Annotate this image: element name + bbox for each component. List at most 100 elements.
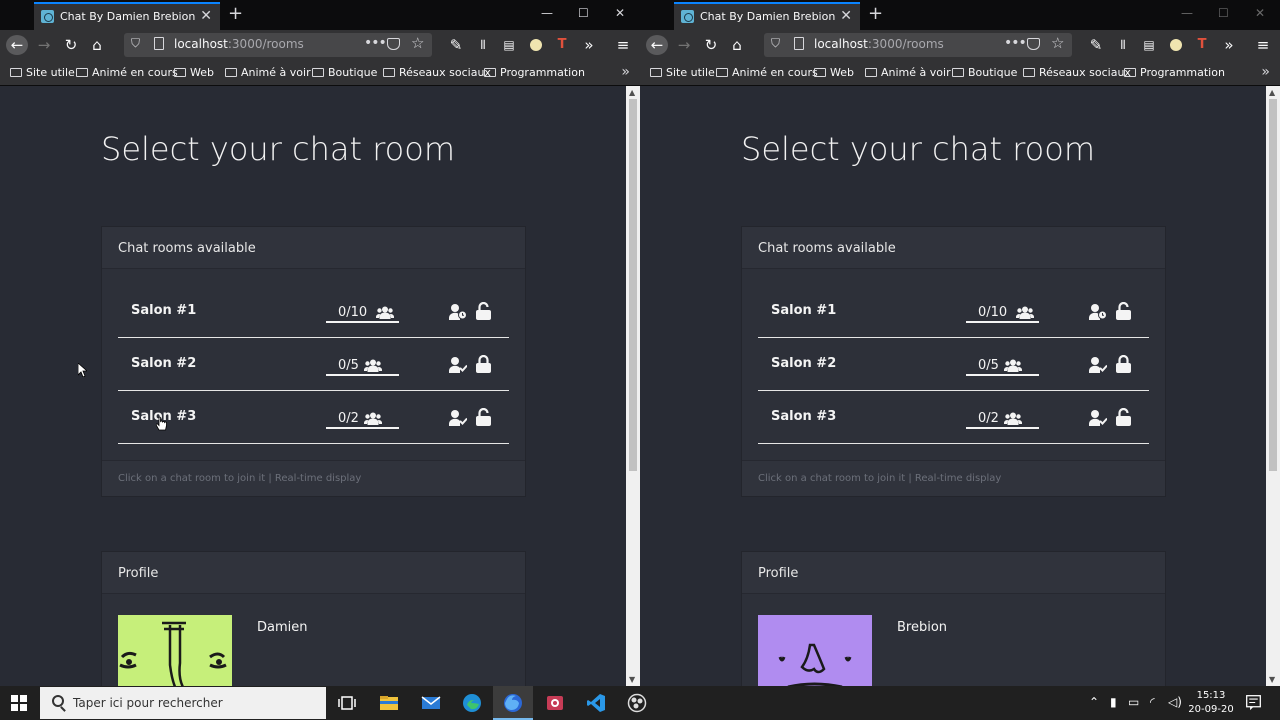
folder-icon [1023,68,1035,77]
room-count: 0/5 [338,358,359,373]
new-tab-icon[interactable]: + [228,3,243,24]
bookmarks-overflow-icon[interactable]: » [621,64,630,80]
room-row[interactable]: Salon #3 0/2 [118,391,509,444]
reload-icon[interactable]: ↻ [700,35,722,55]
scroll-up-icon[interactable]: ▲ [629,88,635,97]
home-icon[interactable]: ⌂ [726,35,748,55]
t-extension-icon[interactable]: T [551,35,573,55]
vertical-scrollbar[interactable]: ▲ ▼ [626,86,640,686]
back-icon[interactable]: ← [646,35,668,55]
vscode-icon[interactable] [586,693,606,713]
extension-icon[interactable] [525,35,547,55]
t-extension-icon[interactable]: T [1191,35,1213,55]
room-row[interactable]: Salon #3 0/2 [758,391,1149,444]
network-icon[interactable]: ◜ [1150,695,1155,709]
power-icon[interactable]: ▭ [1128,695,1139,709]
file-explorer-icon[interactable] [379,693,399,713]
url-text[interactable]: localhost:3000/rooms [174,37,304,51]
shield-icon[interactable]: ⛉ [771,36,780,51]
library-icon[interactable]: ⦀ [1112,35,1134,55]
overflow-icon[interactable]: » [1218,35,1240,55]
tab-active[interactable]: Chat By Damien Brebion ✕ [34,2,220,30]
screen-recorder-icon[interactable] [545,693,565,713]
forward-icon[interactable]: → [673,35,695,55]
bookmark-folder[interactable]: Site utile [650,66,715,79]
scroll-thumb[interactable] [1269,99,1277,471]
bookmark-folder[interactable]: Web [814,66,854,79]
bookmark-star-icon[interactable]: ☆ [411,34,424,52]
reload-icon[interactable]: ↻ [60,35,82,55]
back-icon[interactable]: ← [6,35,28,55]
url-text[interactable]: localhost:3000/rooms [814,37,944,51]
library-icon[interactable]: ⦀ [472,35,494,55]
scroll-down-icon[interactable]: ▼ [1269,675,1275,684]
tab-active[interactable]: Chat By Damien Brebion ✕ [674,2,860,30]
folder-icon [76,68,88,77]
tab-close-icon[interactable]: ✕ [200,8,212,24]
shield-icon[interactable]: ⛉ [131,36,140,51]
microphone-icon[interactable]: ▮ [1110,695,1117,709]
room-row[interactable]: Salon #2 0/5 [758,338,1149,391]
bookmarks-overflow-icon[interactable]: » [1261,64,1270,80]
volume-icon[interactable]: ◁) [1168,695,1182,709]
room-row[interactable]: Salon #1 0/10 [758,285,1149,338]
room-row[interactable]: Salon #1 0/10 [118,285,509,338]
maximize-icon[interactable]: ☐ [1218,6,1229,20]
tray-expand-icon[interactable]: ⌃ [1089,695,1099,709]
menu-icon[interactable]: ≡ [1252,35,1274,55]
wrench-icon[interactable]: ✎ [445,35,467,55]
bookmark-folder[interactable]: Web [174,66,214,79]
close-window-icon[interactable]: ✕ [1255,6,1265,20]
page-actions-icon[interactable]: ••• [364,35,387,51]
bookmark-folder[interactable]: Programmation [484,66,585,79]
firefox-icon[interactable] [503,693,523,713]
pocket-icon[interactable] [1027,38,1040,50]
bookmark-folder[interactable]: Animé à voir [225,66,311,79]
taskbar-search[interactable]: Taper ici pour rechercher [40,687,326,719]
minimize-icon[interactable]: — [1181,6,1193,20]
tab-close-icon[interactable]: ✕ [840,8,852,24]
bookmark-folder[interactable]: Boutique [312,66,377,79]
menu-icon[interactable]: ≡ [612,35,634,55]
windows-start-icon[interactable] [11,695,27,711]
page-actions-icon[interactable]: ••• [1004,35,1027,51]
bookmark-folder[interactable]: Boutique [952,66,1017,79]
obs-icon[interactable] [627,693,647,713]
taskbar-clock[interactable]: 15:13 20-09-20 [1188,689,1234,717]
bookmark-folder[interactable]: Animé en cours [76,66,178,79]
scroll-thumb[interactable] [629,99,637,471]
notifications-icon[interactable] [1245,694,1262,711]
scroll-up-icon[interactable]: ▲ [1269,88,1275,97]
extension-icon[interactable] [1165,35,1187,55]
maximize-icon[interactable]: ☐ [578,6,589,20]
room-row[interactable]: Salon #2 0/5 [118,338,509,391]
mail-icon[interactable] [421,693,441,713]
home-icon[interactable]: ⌂ [86,35,108,55]
overflow-icon[interactable]: » [578,35,600,55]
folder-icon [952,68,964,77]
wrench-icon[interactable]: ✎ [1085,35,1107,55]
close-window-icon[interactable]: ✕ [615,6,625,20]
bookmark-folder[interactable]: Site utile [10,66,75,79]
new-tab-icon[interactable]: + [868,3,883,24]
bookmark-folder[interactable]: Réseaux sociaux [383,66,491,79]
bookmark-folder[interactable]: Programmation [1124,66,1225,79]
sidebar-icon[interactable]: ▤ [498,35,520,55]
bookmark-label: Web [830,66,854,79]
page-icon[interactable] [154,37,164,50]
bookmark-star-icon[interactable]: ☆ [1051,34,1064,52]
bookmark-folder[interactable]: Animé à voir [865,66,951,79]
pocket-icon[interactable] [387,38,400,50]
address-bar[interactable]: ⛉ localhost:3000/rooms ••• ☆ [124,33,432,57]
edge-icon[interactable] [462,693,482,713]
page-icon[interactable] [794,37,804,50]
sidebar-icon[interactable]: ▤ [1138,35,1160,55]
task-view-icon[interactable] [337,693,357,713]
forward-icon[interactable]: → [33,35,55,55]
bookmark-folder[interactable]: Réseaux sociaux [1023,66,1131,79]
minimize-icon[interactable]: — [541,6,553,20]
scroll-down-icon[interactable]: ▼ [629,675,635,684]
vertical-scrollbar[interactable]: ▲ ▼ [1266,86,1280,686]
address-bar[interactable]: ⛉ localhost:3000/rooms ••• ☆ [764,33,1072,57]
bookmark-folder[interactable]: Animé en cours [716,66,818,79]
